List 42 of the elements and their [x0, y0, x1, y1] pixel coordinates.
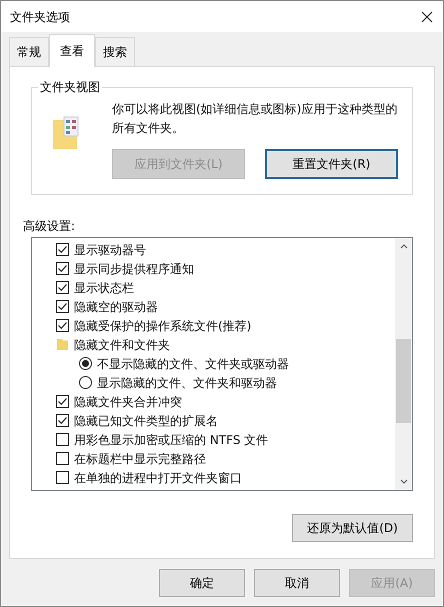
option-label: 隐藏已知文件类型的扩展名	[74, 412, 218, 430]
tab[interactable]: 常规	[9, 37, 49, 66]
option-label: 显示同步提供程序通知	[74, 260, 194, 278]
checkbox[interactable]	[56, 452, 69, 465]
close-icon[interactable]	[421, 10, 433, 22]
checkbox[interactable]	[56, 243, 69, 256]
checkbox[interactable]	[56, 414, 69, 427]
tab[interactable]: 搜索	[95, 37, 135, 66]
dialog-button[interactable]: 确定	[159, 569, 245, 597]
radio-button[interactable]	[79, 376, 92, 389]
scrollbar[interactable]	[395, 238, 412, 490]
checkbox[interactable]	[56, 471, 69, 484]
checkbox[interactable]	[56, 281, 69, 294]
option-label: 显示状态栏	[74, 280, 134, 296]
window-title: 文件夹选项	[10, 8, 70, 26]
section-label: 高级设置:	[23, 219, 76, 233]
folder-button[interactable]: 重置文件夹(R)	[265, 149, 398, 179]
restore-defaults-button[interactable]: 还原为默认值(D)	[292, 514, 413, 542]
option-label: 显示驱动器号	[74, 242, 146, 258]
checkbox[interactable]	[56, 319, 69, 332]
folder-icon	[56, 338, 69, 351]
option-label: 隐藏文件和文件夹	[74, 336, 170, 354]
option-label: 不显示隐藏的文件、文件夹或驱动器	[97, 356, 289, 372]
radio-button[interactable]	[79, 357, 92, 370]
option-label: 用彩色显示加密或压缩的 NTFS 文件	[74, 432, 268, 448]
tab[interactable]: 查看	[49, 34, 95, 67]
option-label: 隐藏文件夹合并冲突	[74, 394, 182, 410]
scroll-down-icon[interactable]	[400, 479, 408, 484]
checkbox[interactable]	[56, 262, 69, 275]
scroll-thumb[interactable]	[396, 339, 411, 423]
option-label: 隐藏空的驱动器	[74, 298, 158, 316]
option-label: 在单独的进程中打开文件夹窗口	[74, 470, 242, 486]
scroll-up-icon[interactable]	[400, 244, 408, 249]
option-label: 显示隐藏的文件、文件夹和驱动器	[97, 374, 277, 392]
checkbox[interactable]	[56, 395, 69, 408]
dialog-button[interactable]: 取消	[254, 569, 340, 597]
checkbox[interactable]	[56, 300, 69, 313]
checkbox[interactable]	[56, 433, 69, 446]
option-label: 隐藏受保护的操作系统文件(推荐)	[74, 318, 252, 334]
option-label: 在标题栏中显示完整路径	[74, 450, 206, 468]
group-title: 文件夹视图	[38, 79, 102, 95]
description-text: 你可以将此视图(如详细信息或图标)应用于这种类型的所有文件夹。	[112, 101, 398, 137]
